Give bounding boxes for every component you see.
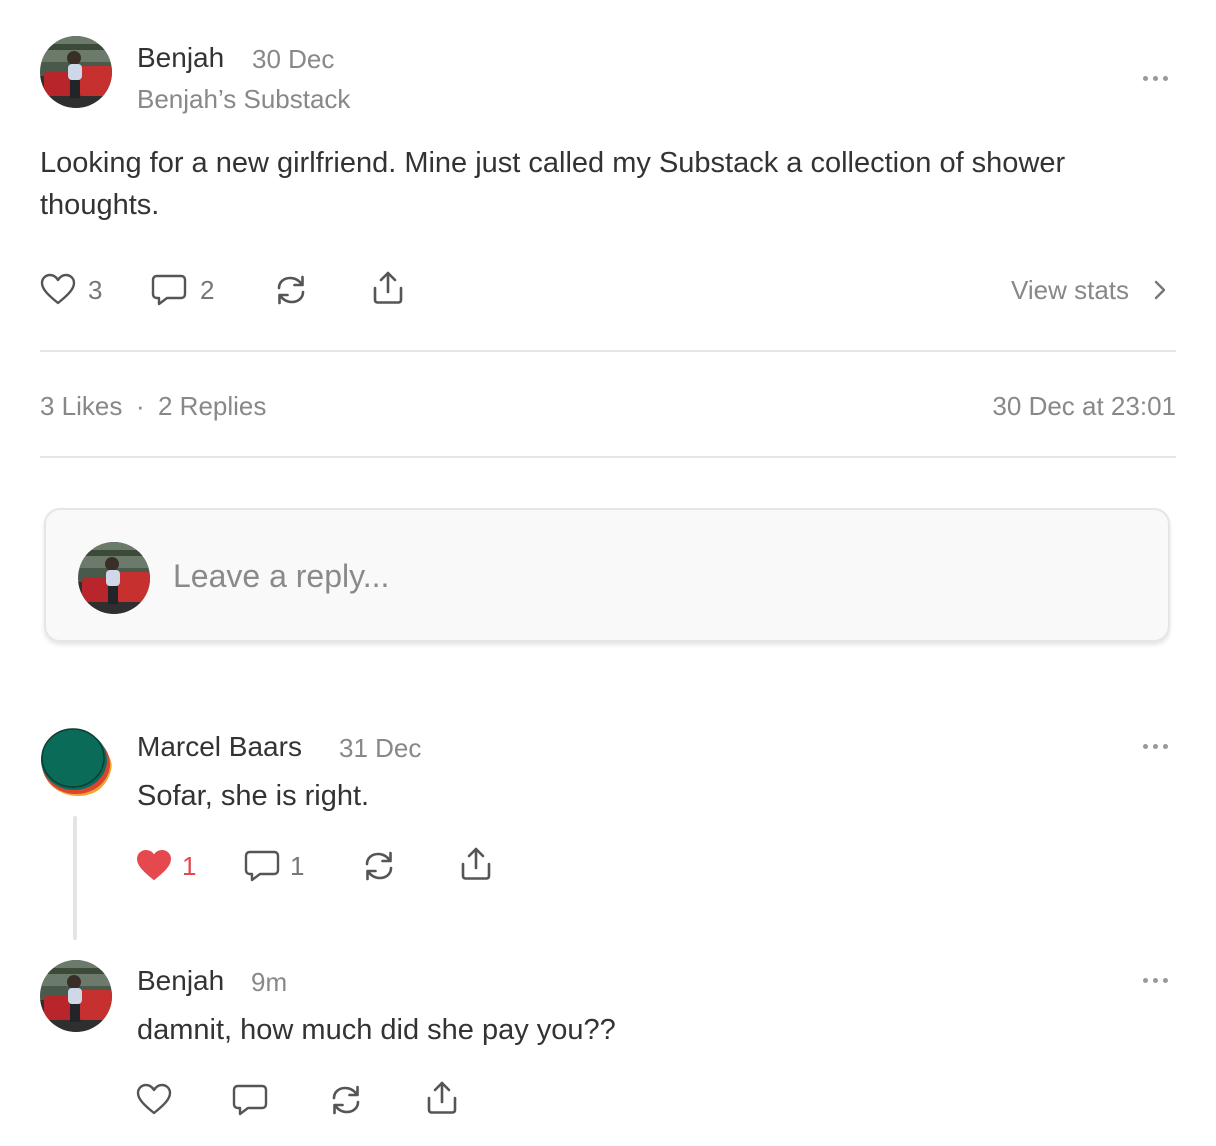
restack-icon[interactable] [328,1082,364,1118]
reply-more-icon[interactable] [1143,741,1173,751]
replies-summary-link[interactable]: 2 Replies [158,391,266,422]
comment-icon[interactable] [151,272,187,308]
share-icon[interactable] [458,846,494,882]
likes-summary-link[interactable]: 3 Likes [40,391,122,422]
post-timestamp: 30 Dec at 23:01 [992,391,1176,421]
divider-top [40,350,1176,352]
chevron-right-icon[interactable] [1150,278,1170,302]
reply-text: damnit, how much did she pay you?? [137,1014,616,1046]
like-count: 3 [88,275,103,305]
reply-input-box[interactable]: Leave a reply... [44,508,1170,642]
reply-more-icon[interactable] [1143,975,1173,985]
post-date[interactable]: 30 Dec [252,44,334,75]
author-avatar[interactable] [40,36,112,108]
view-stats-label: View stats [1011,275,1130,305]
view-stats-link[interactable]: View stats [1011,275,1129,305]
like-heart-icon-filled[interactable] [136,848,172,884]
current-user-avatar [78,542,150,614]
publication-name[interactable]: Benjah’s Substack [137,84,350,115]
reply-author-avatar[interactable] [40,726,112,798]
post-author-name[interactable]: Benjah [137,42,224,74]
comment-icon[interactable] [244,848,280,884]
reply-author-avatar[interactable] [40,960,112,1032]
share-icon[interactable] [424,1080,460,1116]
summary-separator: · [136,391,145,421]
reply-author-name[interactable]: Marcel Baars [137,731,302,763]
reply-like-count: 1 [182,851,197,881]
reply-comment-count: 1 [290,851,305,881]
reply-date[interactable]: 31 Dec [339,733,421,764]
like-heart-icon[interactable] [40,272,76,308]
reply-placeholder[interactable]: Leave a reply... [173,558,389,595]
comment-count: 2 [200,275,215,305]
post-text: Looking for a new girlfriend. Mine just … [40,147,1066,221]
share-icon[interactable] [370,270,406,306]
reply-date[interactable]: 9m [251,967,287,998]
post-more-icon[interactable] [1143,73,1173,83]
comment-icon[interactable] [232,1082,268,1118]
restack-icon[interactable] [273,272,309,308]
divider-bottom [40,456,1176,458]
reply-author-name[interactable]: Benjah [137,965,224,997]
restack-icon[interactable] [361,848,397,884]
thread-line [73,816,77,940]
like-heart-icon[interactable] [136,1082,172,1118]
reply-text: Sofar, she is right. [137,780,370,812]
